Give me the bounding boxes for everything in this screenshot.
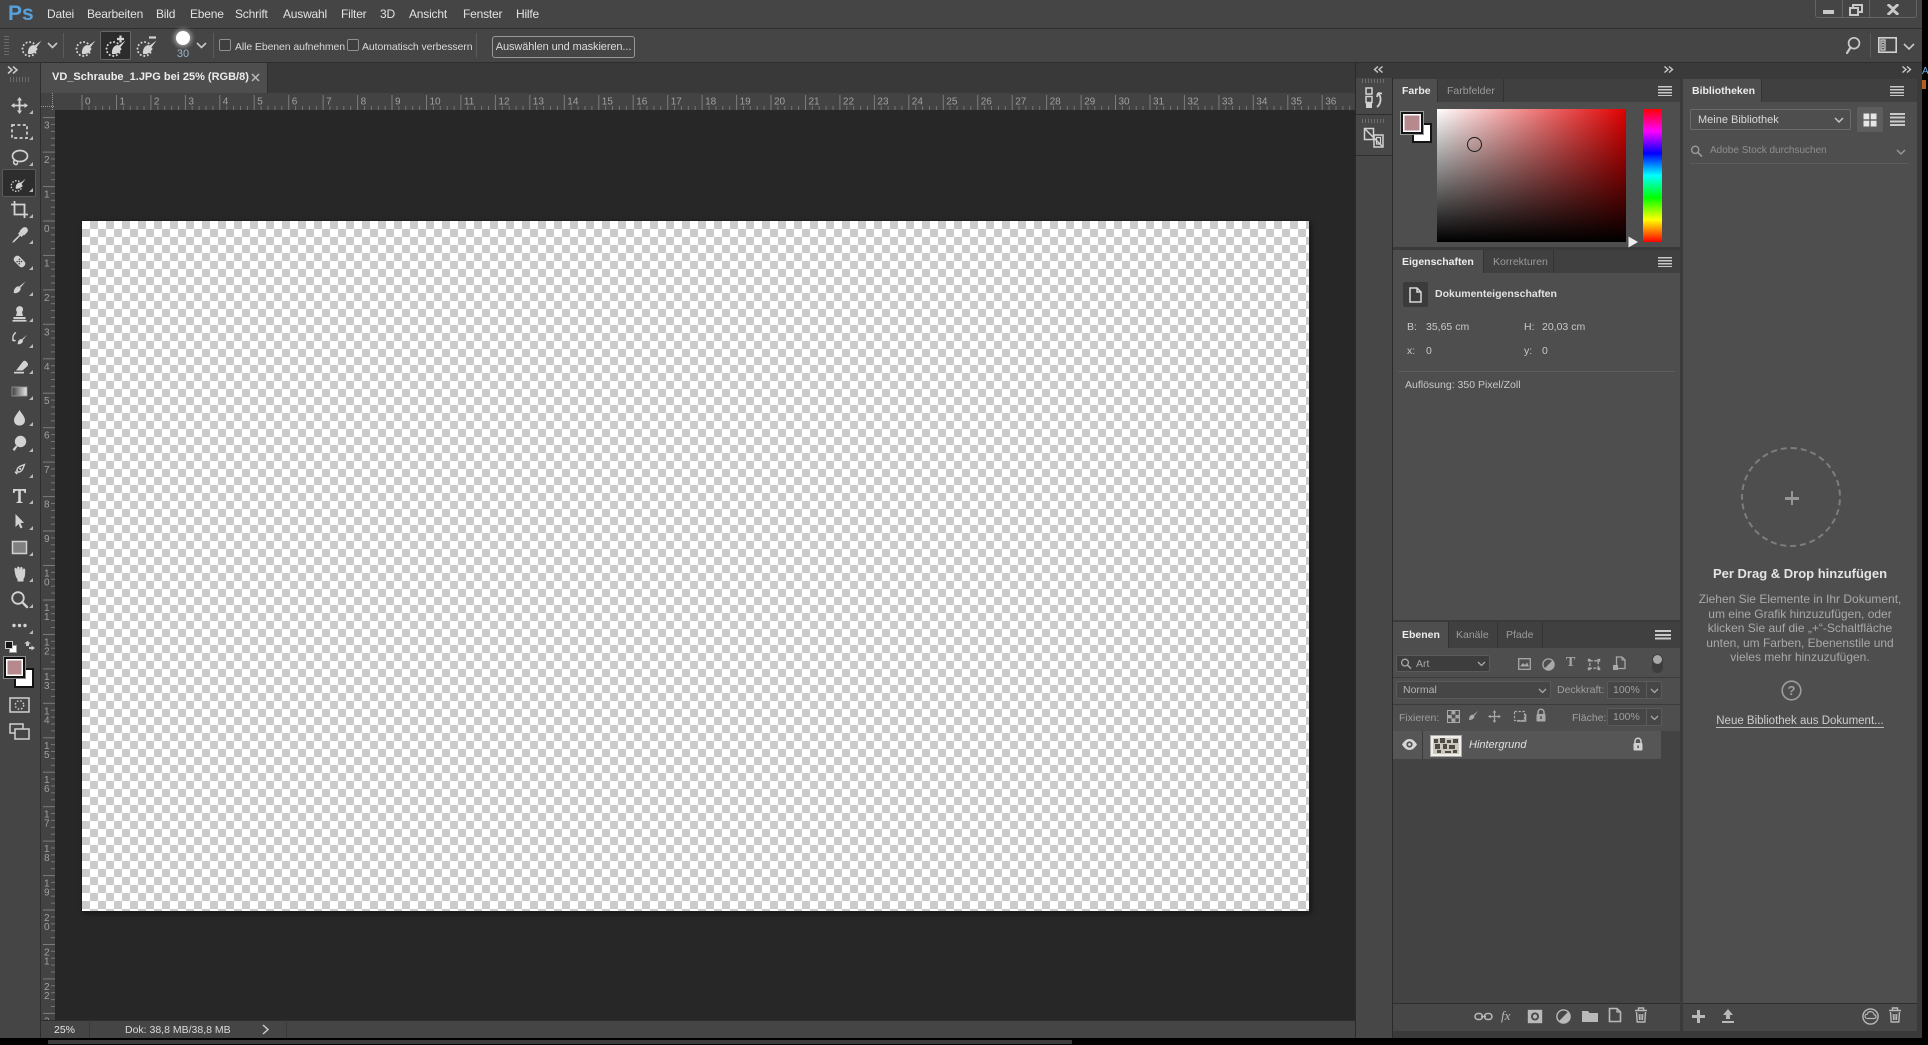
- svg-text:1: 1: [44, 190, 50, 201]
- svg-text:7: 7: [44, 465, 50, 476]
- svg-text:12: 12: [498, 97, 510, 108]
- svg-text:8: 8: [44, 853, 50, 864]
- svg-text:9: 9: [44, 888, 50, 899]
- svg-text:16: 16: [636, 97, 648, 108]
- svg-text:3: 3: [44, 681, 50, 692]
- svg-text:5: 5: [257, 97, 263, 108]
- svg-text:?: ?: [1788, 683, 1796, 698]
- svg-text:8: 8: [44, 500, 50, 511]
- svg-text:2: 2: [154, 97, 160, 108]
- svg-text:8: 8: [361, 97, 367, 108]
- svg-text:23: 23: [877, 97, 889, 108]
- svg-text:33: 33: [1222, 97, 1234, 108]
- svg-text:2: 2: [44, 155, 50, 166]
- svg-text:29: 29: [1084, 97, 1096, 108]
- svg-text:6: 6: [44, 431, 50, 442]
- svg-text:5: 5: [44, 396, 50, 407]
- svg-text:32: 32: [1187, 97, 1199, 108]
- svg-text:30: 30: [1119, 97, 1131, 108]
- svg-text:11: 11: [464, 97, 475, 108]
- svg-text:24: 24: [912, 97, 924, 108]
- svg-text:10: 10: [430, 97, 442, 108]
- svg-text:3: 3: [188, 97, 194, 108]
- svg-text:13: 13: [533, 97, 545, 108]
- svg-text:31: 31: [1153, 97, 1165, 108]
- svg-text:0: 0: [85, 97, 91, 108]
- svg-text:1: 1: [44, 258, 50, 269]
- svg-text:21: 21: [809, 97, 821, 108]
- svg-text:17: 17: [671, 97, 683, 108]
- svg-text:6: 6: [292, 97, 298, 108]
- svg-text:20: 20: [774, 97, 786, 108]
- svg-text:4: 4: [44, 362, 50, 373]
- svg-text:14: 14: [567, 97, 579, 108]
- svg-text:7: 7: [44, 819, 50, 830]
- svg-text:2: 2: [44, 646, 50, 657]
- svg-text:1: 1: [120, 97, 126, 108]
- svg-text:27: 27: [1015, 97, 1027, 108]
- svg-text:3: 3: [44, 121, 50, 132]
- svg-text:0: 0: [44, 224, 50, 235]
- svg-text:9: 9: [44, 534, 50, 545]
- svg-text:15: 15: [602, 97, 614, 108]
- svg-text:0: 0: [44, 922, 50, 933]
- svg-text:1: 1: [44, 612, 50, 623]
- svg-text:36: 36: [1325, 97, 1337, 108]
- svg-text:9: 9: [395, 97, 401, 108]
- svg-text:25: 25: [946, 97, 958, 108]
- svg-text:5: 5: [44, 750, 50, 761]
- svg-text:2: 2: [44, 991, 50, 1002]
- svg-text:0: 0: [44, 578, 50, 589]
- svg-text:22: 22: [843, 97, 855, 108]
- svg-text:3: 3: [44, 327, 50, 338]
- svg-text:7: 7: [326, 97, 332, 108]
- svg-text:18: 18: [705, 97, 717, 108]
- svg-text:28: 28: [1050, 97, 1062, 108]
- svg-text:35: 35: [1291, 97, 1303, 108]
- svg-text:26: 26: [981, 97, 993, 108]
- svg-text:4: 4: [44, 715, 50, 726]
- svg-text:4: 4: [223, 97, 229, 108]
- svg-text:19: 19: [740, 97, 752, 108]
- svg-text:34: 34: [1256, 97, 1268, 108]
- svg-text:2: 2: [44, 293, 50, 304]
- svg-text:1: 1: [44, 957, 50, 968]
- svg-text:6: 6: [44, 784, 50, 795]
